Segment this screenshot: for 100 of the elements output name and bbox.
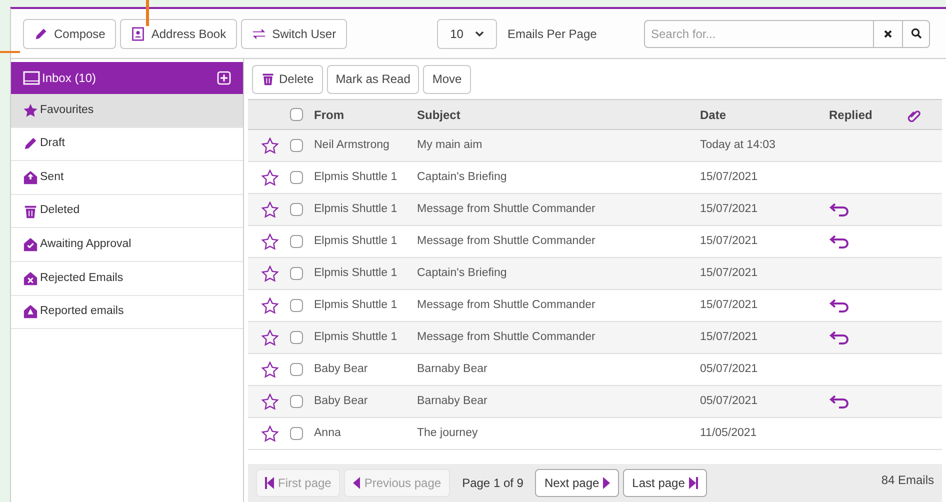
email-row[interactable]: Neil Armstrong My main aim Today at 14:03 <box>248 130 942 162</box>
date-cell-text: 15/07/2021 <box>700 266 759 281</box>
row-checkbox[interactable] <box>290 363 303 376</box>
sender-cell-text: Baby Bear <box>314 362 369 377</box>
subject-cell-text: Message from Shuttle Commander <box>417 298 596 313</box>
chevron-down-icon <box>475 30 484 36</box>
row-checkbox[interactable] <box>290 299 303 312</box>
date-cell-text: Today at 14:03 <box>700 138 776 153</box>
clear-button[interactable] <box>874 20 902 48</box>
action-button[interactable]: Mark as Read <box>326 64 420 94</box>
star-icon[interactable] <box>261 360 279 378</box>
envelope-check-icon <box>23 237 38 252</box>
date-cell-text: 15/07/2021 <box>700 234 759 249</box>
pager-button[interactable]: Last page <box>623 469 707 497</box>
star-icon[interactable] <box>261 392 279 410</box>
email-row[interactable]: Elpmis Shuttle 1 Message from Shuttle Commander 15/07/2021 <box>248 322 942 354</box>
date-cell-text: 05/07/2021 <box>700 362 759 377</box>
star-icon[interactable] <box>261 264 279 282</box>
sender-cell-text: Neil Armstrong <box>314 138 390 153</box>
add-icon[interactable] <box>217 71 231 85</box>
sender-cell-text: Baby Bear <box>314 394 369 409</box>
subject-cell-text: Message from Shuttle Commander <box>417 234 596 249</box>
star-icon[interactable] <box>261 232 279 250</box>
row-checkbox[interactable] <box>290 427 303 440</box>
sender-cell-text: Elpmis Shuttle 1 <box>314 298 398 313</box>
column-header: Date <box>700 106 728 124</box>
column-header: Replied <box>829 106 874 124</box>
subject-cell-text: Message from Shuttle Commander <box>417 202 596 217</box>
row-checkbox[interactable] <box>290 235 303 248</box>
email-row[interactable]: Baby Bear Barnaby Bear 05/07/2021 <box>248 386 942 418</box>
page-status: Page 1 of 9 <box>462 475 524 492</box>
select-all-checkbox[interactable] <box>290 108 303 121</box>
date-cell-text: 11/05/2021 <box>700 426 758 441</box>
star-icon[interactable] <box>261 168 279 186</box>
row-checkbox[interactable] <box>290 203 303 216</box>
swap-arrows-icon <box>252 26 266 40</box>
callout-line <box>146 0 149 26</box>
email-count: 84 Emails <box>881 472 934 489</box>
column-header: From <box>314 106 345 124</box>
subject-cell-text: The journey <box>417 426 479 441</box>
date-cell-text: 15/07/2021 <box>700 202 759 217</box>
date-cell-text: 15/07/2021 <box>700 298 759 313</box>
envelope-upload-icon <box>23 170 38 185</box>
pager-button[interactable]: Next page <box>535 469 620 497</box>
trash-icon <box>23 204 38 219</box>
sender-cell-text: Elpmis Shuttle 1 <box>314 234 398 249</box>
inbox-header[interactable]: Inbox (10) <box>11 62 243 94</box>
tray-icon <box>23 71 40 85</box>
sender-cell-text: Elpmis Shuttle 1 <box>314 170 398 185</box>
per-page-label: Emails Per Page <box>507 26 597 42</box>
subject-cell-text: Barnaby Bear <box>417 394 488 409</box>
skip-forward-icon <box>688 477 698 489</box>
row-checkbox[interactable] <box>290 139 303 152</box>
pencil-icon <box>23 136 38 152</box>
email-row[interactable]: Elpmis Shuttle 1 Captain's Briefing 15/07/2021 <box>248 258 942 290</box>
sender-cell-text: Elpmis Shuttle 1 <box>314 202 398 217</box>
callout-line <box>0 51 20 53</box>
sender-cell-text: Elpmis Shuttle 1 <box>314 330 398 345</box>
subject-cell-text: Barnaby Bear <box>417 362 488 377</box>
pencil-icon <box>34 26 48 40</box>
envelope-cross-icon <box>23 270 38 286</box>
star-icon[interactable] <box>261 328 279 346</box>
sender-cell-text: Elpmis Shuttle 1 <box>314 266 398 281</box>
paperclip-icon <box>907 108 921 122</box>
row-checkbox[interactable] <box>290 267 303 280</box>
star-icon[interactable] <box>261 424 279 442</box>
date-cell-text: 05/07/2021 <box>700 394 759 409</box>
trash-icon <box>261 72 275 86</box>
toolbar-button[interactable]: Compose <box>23 18 116 48</box>
triangle-right-icon <box>603 477 610 489</box>
toolbar-button[interactable]: Switch User <box>241 18 348 48</box>
toolbar-button[interactable]: Address Book <box>120 18 238 48</box>
date-cell-text: 15/07/2021 <box>700 170 759 185</box>
search-field[interactable]: Search for... <box>644 20 874 48</box>
star-icon[interactable] <box>261 296 279 314</box>
search-icon <box>910 28 922 39</box>
folder-item[interactable]: Draft <box>11 128 243 162</box>
envelope-warning-icon <box>23 304 38 320</box>
sender-cell-text: Anna <box>314 426 342 441</box>
row-checkbox[interactable] <box>290 395 303 408</box>
folder-item[interactable]: Reported emails <box>11 296 243 330</box>
triangle-left-icon <box>353 477 360 489</box>
email-row[interactable]: Elpmis Shuttle 1 Message from Shuttle Commander 15/07/2021 <box>248 194 942 226</box>
search-button[interactable] <box>902 20 930 48</box>
column-header: Subject <box>417 106 462 124</box>
subject-cell-text: Captain's Briefing <box>417 266 508 281</box>
per-page-select[interactable]: 10 <box>437 18 498 48</box>
inbox-label: Inbox (10) <box>42 70 96 87</box>
action-button[interactable]: Delete <box>252 64 323 94</box>
row-checkbox[interactable] <box>290 171 303 184</box>
date-cell-text: 15/07/2021 <box>700 330 759 345</box>
folder-item[interactable]: Favourites <box>11 94 243 128</box>
action-button[interactable]: Move <box>423 64 471 94</box>
star-icon[interactable] <box>261 200 279 218</box>
star-icon[interactable] <box>261 136 279 154</box>
close-icon <box>884 30 892 38</box>
row-checkbox[interactable] <box>290 331 303 344</box>
skip-back-icon <box>265 477 274 489</box>
star-icon <box>23 102 38 118</box>
subject-cell-text: Message from Shuttle Commander <box>417 330 596 345</box>
